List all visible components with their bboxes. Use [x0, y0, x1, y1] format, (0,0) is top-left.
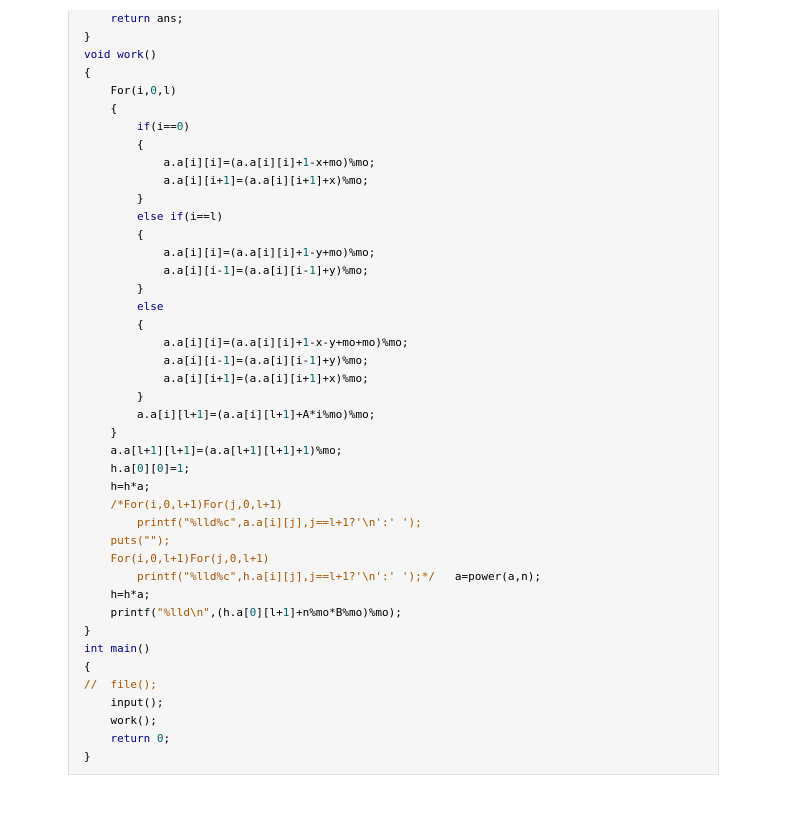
code-line: return ans;: [84, 12, 184, 25]
code-line: {: [84, 138, 144, 151]
code-line: For(i,0,l+1)For(j,0,l+1): [84, 552, 270, 565]
code-line: printf("%lld\n",(h.a[0][l+1]+n%mo*B%mo)%…: [84, 606, 402, 619]
code-line: {: [84, 228, 144, 241]
code-line: work();: [84, 714, 157, 727]
code-line: a.a[i][i]=(a.a[i][i]+1-x-y+mo+mo)%mo;: [84, 336, 409, 349]
code-line: int main(): [84, 642, 151, 655]
code-line: a.a[i][i]=(a.a[i][i]+1-y+mo)%mo;: [84, 246, 376, 259]
code-line: printf("%lld%c",a.a[i][j],j==l+1?'\n':' …: [84, 516, 422, 529]
code-line: a.a[i][i]=(a.a[i][i]+1-x+mo)%mo;: [84, 156, 376, 169]
code-line: a.a[i][i-1]=(a.a[i][i-1]+y)%mo;: [84, 354, 369, 367]
code-line: void work(): [84, 48, 157, 61]
code-line: a.a[i][l+1]=(a.a[i][l+1]+A*i%mo)%mo;: [84, 408, 376, 421]
code-line: if(i==0): [84, 120, 190, 133]
code-line: input();: [84, 696, 164, 709]
code-line: puts("");: [84, 534, 171, 547]
code-line: // file();: [84, 678, 157, 691]
code-line: printf("%lld%c",h.a[i][j],j==l+1?'\n':' …: [84, 570, 541, 583]
code-line: h=h*a;: [84, 588, 151, 601]
code-line: a.a[i][i+1]=(a.a[i][i+1]+x)%mo;: [84, 174, 369, 187]
code-line: a.a[l+1][l+1]=(a.a[l+1][l+1]+1)%mo;: [84, 444, 343, 457]
code-line: }: [84, 282, 144, 295]
code-line: {: [84, 102, 118, 115]
code-line: {: [84, 66, 91, 79]
code-line: }: [84, 426, 118, 439]
code-line: a.a[i][i-1]=(a.a[i][i-1]+y)%mo;: [84, 264, 369, 277]
code-line: else if(i==l): [84, 210, 224, 223]
code-line: /*For(i,0,l+1)For(j,0,l+1): [84, 498, 283, 511]
code-line: }: [84, 192, 144, 205]
code-line: return 0;: [84, 732, 171, 745]
code-line: {: [84, 660, 91, 673]
code-line: h=h*a;: [84, 480, 151, 493]
code-line: else: [84, 300, 164, 313]
code-line: {: [84, 318, 144, 331]
code-line: }: [84, 750, 91, 763]
code-listing: return ans;} void work() { For(i,0,l) { if…: [84, 10, 541, 784]
code-line: h.a[0][0]=1;: [84, 462, 190, 475]
code-line: }: [84, 624, 91, 637]
code-line: }: [84, 390, 144, 403]
code-line: For(i,0,l): [84, 84, 177, 97]
code-line: }: [84, 30, 91, 43]
code-line: a.a[i][i+1]=(a.a[i][i+1]+x)%mo;: [84, 372, 369, 385]
